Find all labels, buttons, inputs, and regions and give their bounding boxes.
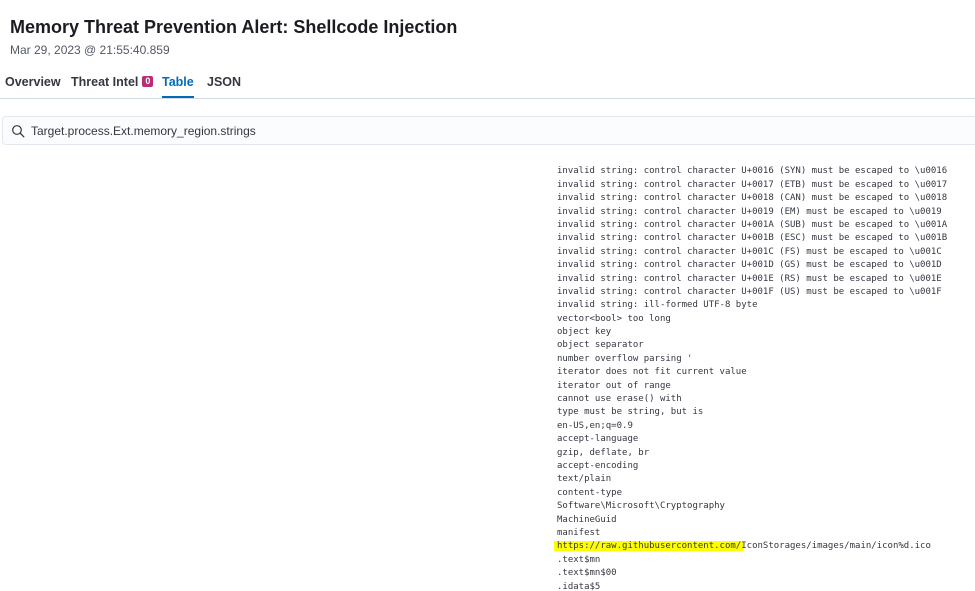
- highlighted-url: https://raw.githubusercontent.com/: [557, 541, 742, 552]
- string-line: invalid string: control character U+0016…: [557, 166, 948, 177]
- string-line: type must be string, but is: [557, 407, 704, 418]
- string-line: .text$mn: [557, 554, 601, 565]
- string-line: content-type: [557, 487, 623, 498]
- tab-overview[interactable]: Overview: [5, 66, 61, 97]
- string-line: text/plain: [557, 474, 612, 485]
- string-line: iterator does not fit current value: [557, 367, 747, 378]
- tab-threat-intel[interactable]: Threat Intel 0: [71, 66, 154, 97]
- tab-label: Threat Intel: [71, 74, 139, 89]
- string-line: invalid string: control character U+001E…: [557, 273, 942, 284]
- alert-timestamp: Mar 29, 2023 @ 21:55:40.859: [10, 43, 170, 57]
- memory-strings-panel[interactable]: invalid string: control character U+0015…: [0, 161, 975, 591]
- alert-flyout: Memory Threat Prevention Alert: Shellcod…: [0, 0, 975, 591]
- count-badge: 0: [142, 76, 154, 87]
- string-line: MachineGuid: [557, 514, 617, 525]
- string-line: invalid string: ill-formed UTF-8 byte: [557, 300, 758, 311]
- string-line: vector<bool> too long: [557, 313, 671, 324]
- string-line: cannot use erase() with: [557, 394, 682, 405]
- tab-table[interactable]: Table: [162, 66, 194, 98]
- url-path: IconStorages/images/main/icon%d.ico: [741, 541, 931, 552]
- search-icon: [12, 125, 25, 138]
- string-line: invalid string: control character U+001B…: [557, 233, 948, 244]
- string-line: invalid string: control character U+001D…: [557, 260, 942, 271]
- string-line: invalid string: control character U+001F…: [557, 286, 942, 297]
- string-line: .text$mn$00: [557, 568, 617, 579]
- string-line: gzip, deflate, br: [557, 447, 650, 458]
- memory-strings-list: invalid string: control character U+0015…: [557, 161, 947, 591]
- tab-label: JSON: [207, 74, 242, 89]
- string-line: manifest: [557, 527, 601, 538]
- string-line: Software\Microsoft\Cryptography: [557, 501, 725, 512]
- tab-label: Overview: [5, 74, 61, 89]
- string-line: invalid string: control character U+0018…: [557, 193, 948, 204]
- tab-bar: Overview Threat Intel 0 Table JSON: [0, 66, 975, 99]
- page-title: Memory Threat Prevention Alert: Shellcod…: [10, 17, 458, 37]
- string-line: accept-encoding: [557, 460, 639, 471]
- string-line: iterator out of range: [557, 380, 671, 391]
- string-line: number overflow parsing ': [557, 353, 693, 364]
- string-line: invalid string: control character U+0017…: [557, 179, 948, 190]
- scroll-fade: [0, 161, 975, 167]
- string-line: en-US,en;q=0.9: [557, 420, 633, 431]
- tab-label: Table: [162, 74, 194, 89]
- tab-json[interactable]: JSON: [207, 66, 241, 97]
- string-line: object separator: [557, 340, 644, 351]
- string-line: accept-language: [557, 434, 639, 445]
- field-search-bar[interactable]: [2, 116, 975, 145]
- string-line: invalid string: control character U+001A…: [557, 219, 948, 230]
- string-line: invalid string: control character U+0019…: [557, 206, 942, 217]
- string-line-url: https://raw.githubusercontent.com/IconSt…: [557, 540, 947, 553]
- string-line: object key: [557, 327, 612, 338]
- string-line: invalid string: control character U+001C…: [557, 246, 942, 257]
- string-line: .idata$5: [557, 581, 601, 591]
- search-input[interactable]: [31, 117, 931, 144]
